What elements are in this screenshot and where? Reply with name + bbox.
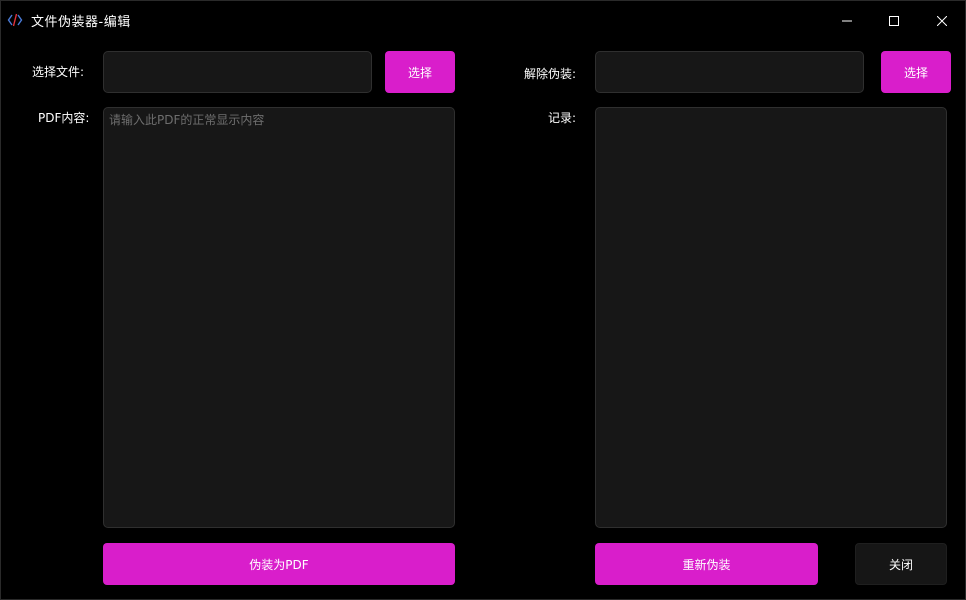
- select-file-input[interactable]: [103, 51, 372, 93]
- log-label: 记录:: [548, 111, 577, 125]
- undisguise-input[interactable]: [595, 51, 864, 93]
- title-bar[interactable]: 文件伪装器-编辑: [1, 1, 965, 39]
- maximize-button[interactable]: [871, 1, 917, 39]
- minimize-button[interactable]: [824, 1, 870, 39]
- close-icon: [936, 11, 948, 30]
- close-window-button[interactable]: [919, 1, 965, 39]
- select-file-button[interactable]: 选择: [385, 51, 455, 93]
- select-file-label: 选择文件:: [32, 65, 85, 79]
- maximize-icon: [889, 11, 899, 30]
- undisguise-select-button[interactable]: 选择: [881, 51, 951, 93]
- app-window: 文件伪装器-编辑 选择文件: 选择 PDF内容: 请输入此PDF的正常显示内容 …: [0, 0, 966, 600]
- redisguise-button[interactable]: 重新伪装: [595, 543, 818, 585]
- pdf-content-label: PDF内容:: [38, 111, 90, 125]
- code-brackets-icon: [7, 12, 23, 28]
- minimize-icon: [842, 11, 852, 30]
- disguise-as-pdf-button[interactable]: 伪装为PDF: [103, 543, 455, 585]
- undisguise-label: 解除伪装:: [524, 67, 577, 81]
- pdf-content-textarea[interactable]: 请输入此PDF的正常显示内容: [103, 107, 455, 528]
- log-textarea[interactable]: [595, 107, 947, 528]
- window-title: 文件伪装器-编辑: [31, 15, 131, 30]
- close-button[interactable]: 关闭: [855, 543, 947, 585]
